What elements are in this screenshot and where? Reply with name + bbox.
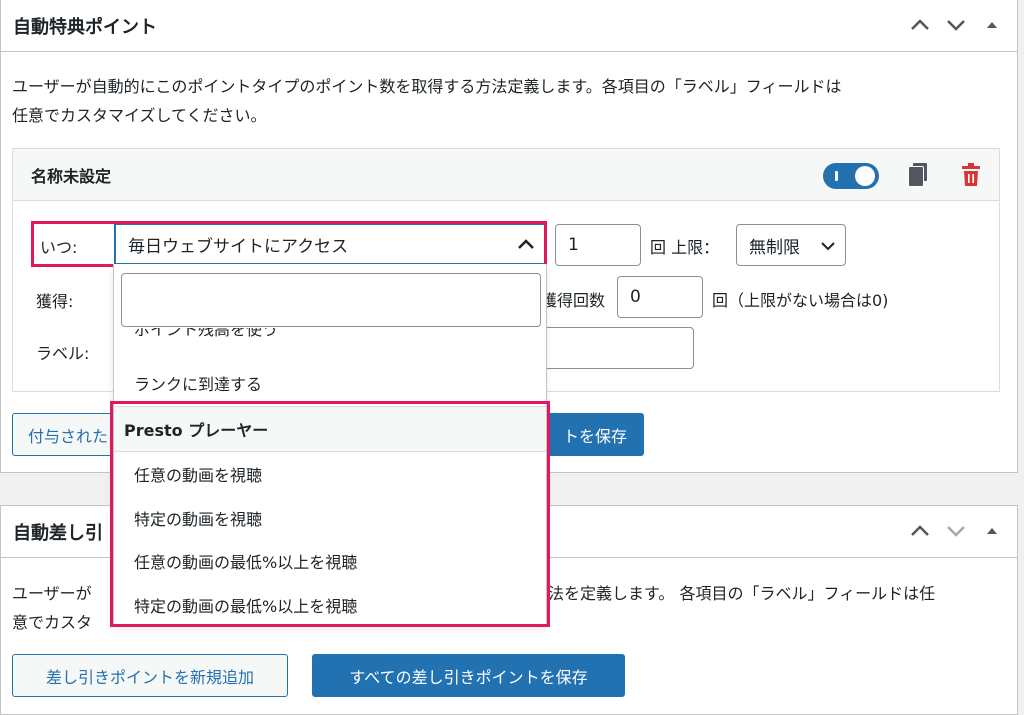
when-select-value: 毎日ウェブサイトにアクセス [128,236,349,257]
add-hook-button-label: 付与された [28,426,109,446]
dropdown-option[interactable]: 特定の動画の最低%以上を視聴 [134,593,357,617]
save-deducts-button[interactable]: すべての差し引きポイントを保存 [312,654,625,697]
chevron-down-icon [821,242,835,251]
limit-select-value: 無制限 [749,237,800,258]
dropdown-option[interactable]: 任意の動画を視聴 [134,462,262,486]
panel2-description-left: ユーザーが [12,584,92,603]
save-hooks-button-label: トを保存 [562,426,627,446]
limit-label: 回 上限： [650,238,720,257]
dropdown-option-label: ポイント残高を使う [134,328,279,339]
panel-title: 自動特典ポイント [13,16,157,38]
chevron-up-icon [518,239,534,249]
label-input[interactable] [540,327,694,369]
add-deduct-button-label: 差し引きポイントを新規追加 [45,667,254,687]
dropdown-option[interactable]: 任意の動画の最低%以上を視聴 [134,549,357,573]
earn-label: 獲得: [36,292,74,311]
panel-header: 自動特典ポイント [1,0,1017,52]
description-line: ユーザーが自動的にこのポイントタイプのポイント数を取得する方法定義します。各項目… [12,77,842,96]
hook-item-header[interactable]: 名称未設定 [13,149,999,201]
save-deducts-button-label: すべての差し引きポイントを保存 [349,667,588,687]
when-label: いつ: [40,238,78,257]
earn-suffix-label: 回（上限がない場合は0) [712,291,889,310]
panel-controls [909,14,1003,36]
trash-icon[interactable] [961,163,981,191]
panel-description: ユーザーが自動的にこのポイントタイプのポイント数を取得する方法定義します。各項目… [12,72,1002,130]
dropdown-group-label: Presto プレーヤー [124,421,269,440]
when-select[interactable]: 毎日ウェブサイトにアクセス [114,224,546,264]
limit-select[interactable]: 無制限 [736,224,846,266]
collapse-toggle-icon[interactable] [981,14,1003,36]
panel2-description-right: 法を定義します。 各項目の「ラベル」フィールドは任 [548,584,936,603]
enable-toggle[interactable] [823,163,879,189]
move-down-icon[interactable] [945,14,967,36]
earn-count-label: 獲得回数 [541,291,606,310]
dropdown-option[interactable]: 特定の動画を視聴 [134,506,262,530]
hook-item-title: 名称未設定 [31,166,112,186]
move-up-icon[interactable] [909,520,931,542]
earn-count-input[interactable]: 0 [617,276,703,318]
panel-controls [909,520,1003,542]
move-up-icon[interactable] [909,14,931,36]
when-dropdown[interactable]: ポイント残高を使う ランクに到達する Presto プレーヤー 任意の動画を視聴… [113,264,547,626]
description-line: 任意でカスタマイズしてください。 [12,106,267,125]
collapse-toggle-icon[interactable] [981,520,1003,542]
dropdown-option[interactable]: ランクに到達する [134,371,262,395]
panel2-description-line2: 意でカスタ [12,613,93,632]
copy-icon[interactable] [907,162,929,192]
dropdown-option-clipped[interactable]: ポイント残高を使う [134,328,434,348]
label-label: ラベル: [36,344,90,363]
panel-title: 自動差し引 [13,522,103,544]
add-deduct-button[interactable]: 差し引きポイントを新規追加 [12,654,288,697]
dropdown-search-input[interactable] [121,273,541,327]
limit-count-input[interactable]: 1 [555,224,641,266]
dropdown-group-header: Presto プレーヤー [114,406,546,452]
move-down-icon[interactable] [945,520,967,542]
